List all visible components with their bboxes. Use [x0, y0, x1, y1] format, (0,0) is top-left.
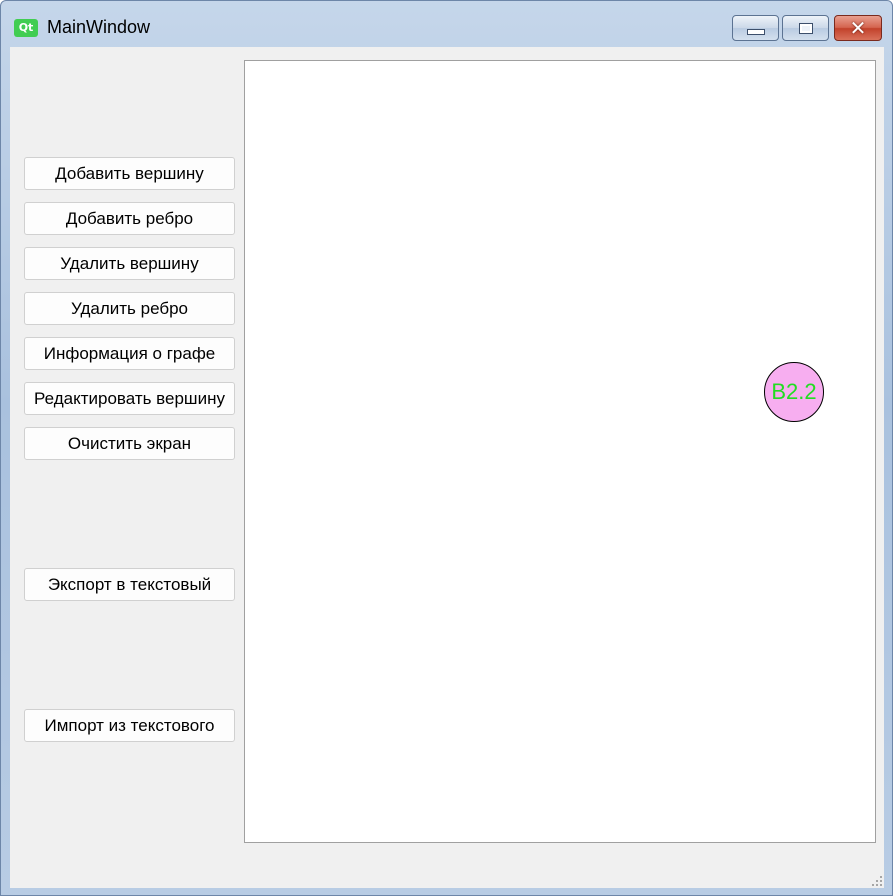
- main-window: Qt MainWindow ✕ Добавить вершину Добавит…: [0, 0, 893, 896]
- vertex-label: B2.2: [771, 379, 817, 404]
- minimize-button[interactable]: [732, 15, 779, 41]
- maximize-icon: [798, 22, 813, 34]
- qt-logo-icon: Qt: [14, 19, 38, 37]
- minimize-icon: [746, 29, 765, 35]
- close-button[interactable]: ✕: [834, 15, 882, 41]
- close-icon: ✕: [849, 16, 867, 40]
- clear-screen-button[interactable]: Очистить экран: [24, 427, 235, 460]
- resize-grip-icon[interactable]: [870, 874, 882, 886]
- graph-vertex[interactable]: B2.2: [764, 362, 824, 422]
- delete-vertex-button[interactable]: Удалить вершину: [24, 247, 235, 280]
- maximize-button[interactable]: [782, 15, 829, 41]
- client-area: Добавить вершину Добавить ребро Удалить …: [10, 47, 884, 888]
- graph-info-button[interactable]: Информация о графе: [24, 337, 235, 370]
- import-text-button[interactable]: Импорт из текстового: [24, 709, 235, 742]
- add-vertex-button[interactable]: Добавить вершину: [24, 157, 235, 190]
- add-edge-button[interactable]: Добавить ребро: [24, 202, 235, 235]
- edit-vertex-button[interactable]: Редактировать вершину: [24, 382, 235, 415]
- graph-canvas[interactable]: B2.2: [244, 60, 876, 843]
- title-bar[interactable]: Qt MainWindow ✕: [1, 1, 892, 47]
- window-title: MainWindow: [47, 17, 151, 37]
- export-text-button[interactable]: Экспорт в текстовый: [24, 568, 235, 601]
- delete-edge-button[interactable]: Удалить ребро: [24, 292, 235, 325]
